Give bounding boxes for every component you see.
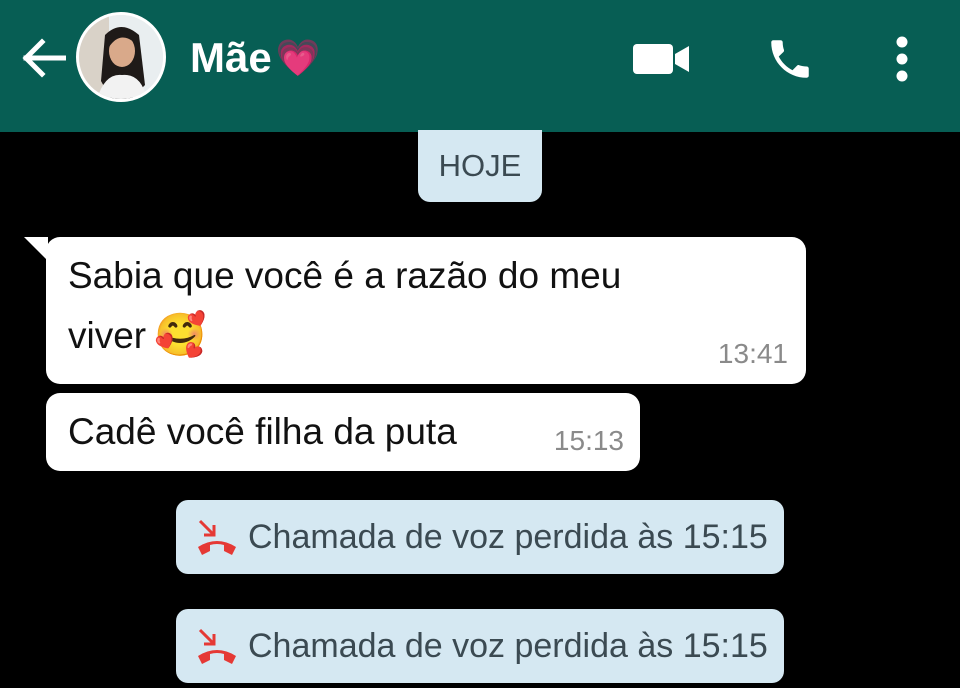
bubble-tail	[24, 237, 48, 261]
missed-call-text: Chamada de voz perdida às 15:15	[248, 517, 768, 556]
message-text-line2-wrap: viver 🥰	[68, 311, 206, 360]
smiling-face-hearts-emoji: 🥰	[154, 311, 207, 358]
chat-header: Mãe 💗	[0, 0, 960, 132]
more-options-button[interactable]	[884, 32, 920, 86]
contact-name-text: Mãe	[190, 34, 272, 81]
missed-call-notice[interactable]: Chamada de voz perdida às 15:15	[176, 609, 784, 683]
message-time: 13:41	[717, 338, 788, 369]
message-bubble[interactable]: Sabia que você é a razão do meu viver 🥰 …	[24, 237, 806, 384]
more-vert-icon	[896, 36, 908, 82]
back-button[interactable]	[18, 36, 68, 80]
date-separator: HOJE	[418, 130, 542, 202]
missed-call-notice[interactable]: Chamada de voz perdida às 15:15	[176, 500, 784, 574]
missed-call-text: Chamada de voz perdida às 15:15	[248, 626, 768, 665]
date-label: HOJE	[438, 148, 522, 183]
heart-emoji: 💗	[275, 37, 321, 78]
arrow-left-icon	[22, 38, 66, 78]
message-text: Cadê você filha da puta	[68, 411, 457, 452]
phone-icon	[771, 40, 809, 78]
avatar[interactable]	[76, 12, 166, 102]
contact-photo	[79, 15, 163, 99]
contact-name[interactable]: Mãe 💗	[190, 34, 321, 82]
missed-call-icon	[198, 519, 236, 555]
voice-call-button[interactable]	[760, 32, 820, 86]
message-text-line1: Sabia que você é a razão do meu	[68, 255, 622, 296]
video-call-button[interactable]	[632, 32, 692, 86]
missed-call-icon	[198, 628, 236, 664]
message-time: 15:13	[553, 425, 624, 456]
message-text-line2: viver	[68, 314, 147, 356]
video-call-icon	[633, 44, 689, 74]
message-bubble[interactable]: Cadê você filha da puta 15:13	[46, 393, 640, 471]
